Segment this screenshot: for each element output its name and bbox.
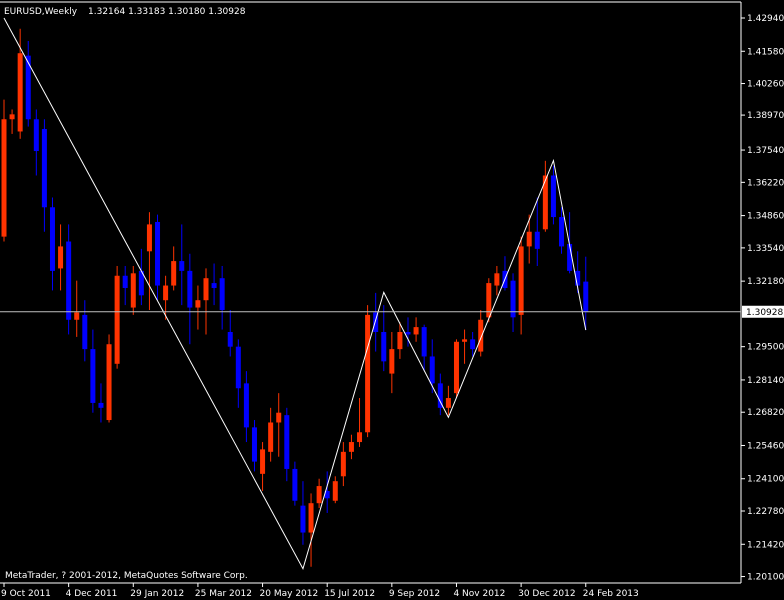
candle-body (397, 332, 403, 350)
price-tick-label: 1.38970 (747, 111, 784, 121)
candle-body (9, 114, 15, 120)
candle-body (211, 283, 217, 288)
price-tick-label: 1.42940 (747, 14, 784, 24)
candle-body (567, 243, 573, 271)
price-tick-label: 1.26820 (747, 408, 784, 418)
candle-body (163, 285, 169, 301)
candle-body (300, 505, 306, 533)
time-tick-label: 29 Jan 2012 (130, 589, 184, 599)
candle-body (332, 481, 338, 501)
candle-body (365, 314, 371, 433)
candle-body (470, 339, 476, 350)
candle-body (453, 341, 459, 394)
candle-body (41, 129, 47, 208)
time-tick-label: 9 Sep 2012 (389, 589, 440, 599)
candle-body (227, 332, 233, 347)
candle-body (389, 349, 395, 374)
candle-body (526, 231, 532, 247)
price-tick-label: 1.25460 (747, 441, 784, 451)
price-tick-label: 1.29500 (747, 343, 784, 353)
candle-body (171, 261, 177, 286)
candle-body (106, 344, 112, 421)
candle-body (122, 275, 128, 288)
candle-body (292, 468, 298, 501)
candle-body (243, 383, 249, 428)
candle-body (49, 207, 55, 271)
time-tick-label: 4 Dec 2011 (66, 589, 118, 599)
candle-body (179, 261, 185, 271)
price-tick-label: 1.41580 (747, 47, 784, 57)
candle-body (260, 449, 266, 474)
candle-body (114, 275, 120, 364)
candle-body (146, 224, 152, 252)
chart-window[interactable]: 1.42940 1.41580 1.40260 1.38970 1.37540 1.362… (0, 0, 784, 600)
candle-body (203, 278, 209, 301)
candle-body (276, 412, 282, 423)
current-price-label: 1.30928 (746, 308, 783, 318)
candle-body (308, 503, 314, 533)
candle-body (66, 241, 72, 320)
candle-body (534, 231, 540, 249)
candle-body (251, 427, 257, 462)
candle-body (1, 119, 7, 237)
chart-symbol-label: EURUSD,Weekly (4, 7, 78, 17)
copyright-label: MetaTrader, ? 2001-2012, MetaQuotes Soft… (5, 571, 248, 581)
time-tick-label: 4 Nov 2012 (453, 589, 505, 599)
time-tick-label: 9 Oct 2011 (1, 589, 51, 599)
candle-body (494, 273, 500, 286)
candle-body (316, 486, 322, 504)
price-tick-label: 1.37540 (747, 146, 784, 156)
candle-body (583, 281, 589, 312)
price-tick-label: 1.21420 (747, 540, 784, 550)
time-tick-label: 30 Dec 2012 (518, 589, 576, 599)
candle-body (90, 349, 96, 403)
candle-body (559, 217, 565, 247)
candle-body (405, 332, 411, 335)
candle-body (219, 278, 225, 310)
candle-body (195, 300, 201, 308)
candle-body (58, 246, 64, 269)
chart-ohlc-label: 1.32164 1.33183 1.30180 1.30928 (88, 7, 246, 17)
candle-body (98, 402, 104, 408)
candle-body (235, 346, 241, 389)
candle-body (284, 415, 290, 469)
price-tick-label: 1.28140 (747, 376, 784, 386)
time-tick-label: 25 Mar 2012 (195, 589, 252, 599)
price-tick-label: 1.32180 (747, 277, 784, 287)
candle-body (187, 270, 193, 308)
price-tick-label: 1.36220 (747, 178, 784, 188)
candle-body (268, 422, 274, 452)
candle-body (357, 432, 363, 443)
price-tick-label: 1.24100 (747, 475, 784, 485)
candle-body (74, 312, 80, 320)
candle-body (478, 319, 484, 352)
candle-body (33, 119, 39, 152)
price-tick-label: 1.34860 (747, 212, 784, 222)
candle-body (381, 332, 387, 362)
price-tick-label: 1.33540 (747, 244, 784, 254)
candle-body (155, 221, 161, 286)
price-tick-label: 1.20100 (747, 573, 784, 583)
time-tick-label: 20 May 2012 (260, 589, 319, 599)
candle-body (348, 442, 354, 452)
price-tick-label: 1.22780 (747, 507, 784, 517)
candle-body (421, 327, 427, 357)
candle-body (340, 451, 346, 477)
candle-body (462, 339, 468, 342)
time-tick-label: 15 Jul 2012 (324, 589, 375, 599)
candle-body (550, 175, 556, 218)
candle-body (17, 53, 23, 132)
candle-body (82, 314, 88, 350)
time-tick-label: 24 Feb 2013 (583, 589, 639, 599)
candle-body (130, 273, 136, 308)
candle-body (445, 398, 451, 408)
price-tick-label: 1.40260 (747, 80, 784, 90)
candle-body (429, 356, 435, 384)
candlestick-chart[interactable]: 1.42940 1.41580 1.40260 1.38970 1.37540 1.362… (0, 0, 784, 600)
candle-body (413, 327, 419, 335)
candle-body (518, 246, 524, 315)
